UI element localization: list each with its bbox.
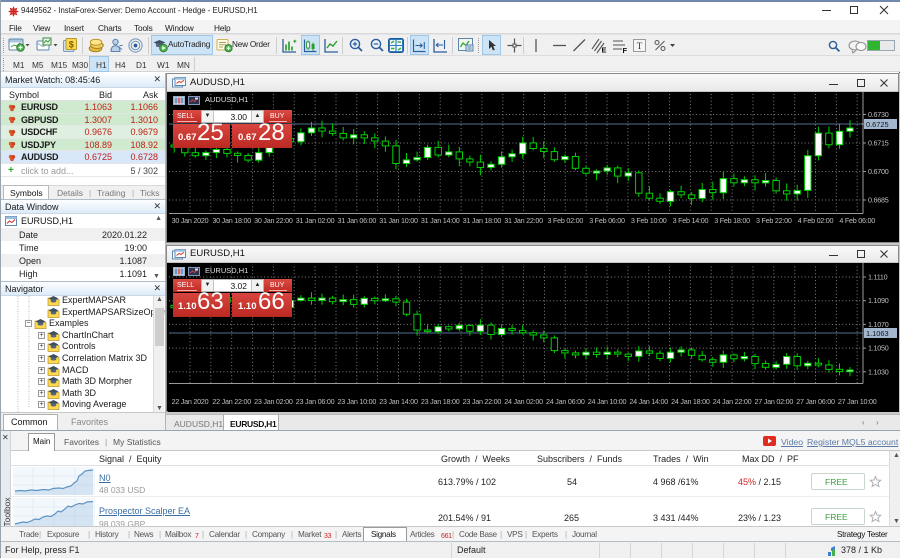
svg-text:22 Jan 22:00: 22 Jan 22:00 (212, 397, 251, 406)
svg-text:3 Feb 14:00: 3 Feb 14:00 (673, 216, 709, 225)
svg-text:T: T (637, 41, 643, 51)
svg-text:30 Jan 2020: 30 Jan 2020 (172, 216, 209, 225)
svg-text:0.6700: 0.6700 (868, 167, 889, 176)
svg-text:31 Jan 14:00: 31 Jan 14:00 (421, 216, 460, 225)
svg-text:23 Jan 02:00: 23 Jan 02:00 (254, 397, 293, 406)
svg-text:23 Jan 14:00: 23 Jan 14:00 (379, 397, 418, 406)
svg-text:1.1110: 1.1110 (868, 273, 888, 282)
svg-text:31 Jan 10:00: 31 Jan 10:00 (379, 216, 418, 225)
svg-text:30 Jan 22:00: 30 Jan 22:00 (254, 216, 293, 225)
svg-text:3 Feb 06:00: 3 Feb 06:00 (589, 216, 625, 225)
svg-text:24 Jan 06:00: 24 Jan 06:00 (546, 397, 585, 406)
svg-text:3 Feb 10:00: 3 Feb 10:00 (631, 216, 667, 225)
svg-text:1.1050: 1.1050 (868, 344, 889, 353)
svg-text:24 Jan 02:00: 24 Jan 02:00 (504, 397, 543, 406)
svg-text:31 Jan 18:00: 31 Jan 18:00 (463, 216, 502, 225)
svg-text:1.1030: 1.1030 (868, 367, 889, 376)
svg-text:1.1070: 1.1070 (868, 320, 889, 329)
svg-text:23 Jan 10:00: 23 Jan 10:00 (338, 397, 377, 406)
svg-text:31 Jan 02:00: 31 Jan 02:00 (296, 216, 335, 225)
svg-text:4 Feb 06:00: 4 Feb 06:00 (839, 216, 875, 225)
svg-text:31 Jan 22:00: 31 Jan 22:00 (504, 216, 543, 225)
svg-text:24 Jan 10:00: 24 Jan 10:00 (588, 397, 627, 406)
svg-text:F: F (623, 46, 628, 54)
svg-text:0.6730: 0.6730 (868, 110, 889, 119)
svg-text:22 Jan 2020: 22 Jan 2020 (172, 397, 209, 406)
svg-text:24 Jan 14:00: 24 Jan 14:00 (629, 397, 668, 406)
svg-text:0.6685: 0.6685 (868, 196, 889, 205)
svg-text:30 Jan 18:00: 30 Jan 18:00 (212, 216, 251, 225)
svg-text:27 Jan 10:00: 27 Jan 10:00 (838, 397, 877, 406)
svg-text:E: E (602, 46, 607, 55)
svg-text:31 Jan 06:00: 31 Jan 06:00 (338, 216, 377, 225)
svg-text:$: $ (69, 40, 74, 50)
svg-text:3 Feb 18:00: 3 Feb 18:00 (714, 216, 750, 225)
svg-text:27 Jan 06:00: 27 Jan 06:00 (796, 397, 835, 406)
svg-text:27 Jan 02:00: 27 Jan 02:00 (755, 397, 794, 406)
svg-text:3 Feb 02:00: 3 Feb 02:00 (547, 216, 583, 225)
svg-text:4 Feb 02:00: 4 Feb 02:00 (798, 216, 834, 225)
svg-text:0.6725: 0.6725 (866, 120, 889, 129)
svg-text:23 Jan 18:00: 23 Jan 18:00 (421, 397, 460, 406)
svg-text:1.1090: 1.1090 (868, 296, 889, 305)
svg-text:3 Feb 22:00: 3 Feb 22:00 (756, 216, 792, 225)
svg-text:24 Jan 22:00: 24 Jan 22:00 (713, 397, 752, 406)
svg-text:0.6715: 0.6715 (868, 139, 889, 148)
svg-text:23 Jan 06:00: 23 Jan 06:00 (296, 397, 335, 406)
svg-text:24 Jan 18:00: 24 Jan 18:00 (671, 397, 710, 406)
svg-text:1.1063: 1.1063 (866, 329, 889, 338)
svg-text:23 Jan 22:00: 23 Jan 22:00 (463, 397, 502, 406)
